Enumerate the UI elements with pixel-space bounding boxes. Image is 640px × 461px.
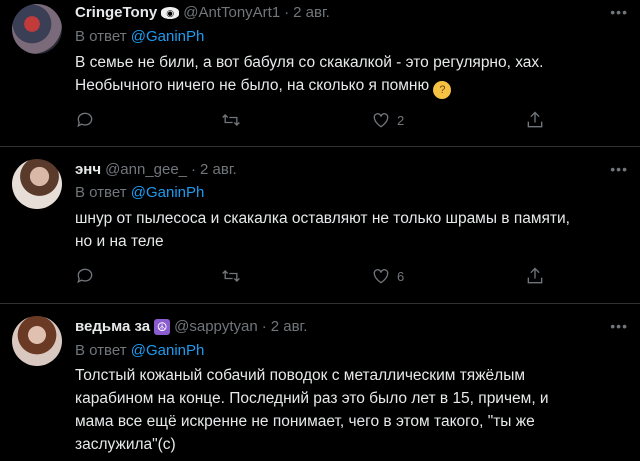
separator: · — [261, 318, 267, 335]
retweet-button[interactable] — [221, 110, 241, 130]
peace-icon: ☮ — [154, 318, 171, 335]
reply-prefix: В ответ — [75, 28, 127, 45]
heart-icon — [373, 113, 389, 128]
like-count: 6 — [397, 268, 405, 284]
divider — [0, 303, 640, 304]
tweet-text-line: Толстый кожаный собачий поводок с металл… — [75, 367, 526, 384]
tweet-text-line: карабином на конце. Последний раз это бы… — [75, 390, 549, 407]
handle[interactable]: @sappytyan — [174, 318, 258, 335]
heart-icon — [373, 269, 389, 284]
share-icon — [527, 111, 543, 128]
tweet-text-line: Необычного ничего не было, на сколько я … — [75, 77, 430, 94]
share-button[interactable] — [525, 110, 545, 130]
timestamp[interactable]: 2 авг. — [293, 4, 330, 21]
like-button[interactable]: 6 — [371, 266, 404, 286]
tweet-text-line: заслужила"(с) — [75, 436, 176, 453]
handle[interactable]: @ann_gee_ — [105, 161, 187, 178]
action-bar: 2 — [75, 110, 555, 134]
reply-button[interactable] — [75, 266, 95, 286]
reply-icon — [77, 268, 93, 284]
tweet-text: шнур от пылесоса и скакалка оставляют не… — [75, 207, 620, 253]
separator: · — [284, 4, 290, 21]
reply-mention[interactable]: @GaninPh — [131, 342, 205, 359]
reply-prefix: В ответ — [75, 184, 127, 201]
tweet-text-line: шнур от пылесоса и скакалка оставляют не… — [75, 210, 570, 227]
more-icon[interactable]: ••• — [610, 161, 628, 177]
reply-mention[interactable]: @GaninPh — [131, 28, 205, 45]
timestamp[interactable]: 2 авг. — [271, 318, 308, 335]
handle[interactable]: @AntTonyArt1 — [183, 4, 280, 21]
action-bar: 6 — [75, 266, 555, 290]
thinking-face-icon: ? — [433, 81, 452, 99]
reply-context: В ответ @GaninPh — [75, 342, 204, 359]
reply-mention[interactable]: @GaninPh — [131, 184, 205, 201]
retweet-button[interactable] — [221, 266, 241, 286]
more-icon[interactable]: ••• — [610, 318, 628, 334]
share-button[interactable] — [525, 266, 545, 286]
timestamp[interactable]: 2 авг. — [200, 161, 237, 178]
tweet-text: В семье не били, а вот бабуля со скакалк… — [75, 51, 620, 99]
divider — [0, 146, 640, 147]
tweet-header: энч @ann_gee_ · 2 авг. — [75, 161, 237, 178]
reply-context: В ответ @GaninPh — [75, 28, 204, 45]
eye-icon: ◉ — [161, 6, 180, 19]
tweet-header: ведьма за ☮ @sappytyan · 2 авг. — [75, 318, 307, 335]
like-button[interactable]: 2 — [371, 110, 404, 130]
retweet-icon — [222, 114, 240, 126]
tweet-text-line: но и на теле — [75, 233, 164, 250]
tweet-text-line: мама все ещё искренне не понимает, чего … — [75, 413, 535, 430]
avatar[interactable] — [12, 316, 62, 366]
avatar[interactable] — [12, 159, 62, 209]
tweet-text-line-with-emoji: Необычного ничего не было, на сколько я … — [75, 74, 620, 99]
reply-context: В ответ @GaninPh — [75, 184, 204, 201]
avatar[interactable] — [12, 4, 62, 54]
retweet-icon — [222, 270, 240, 282]
reply-prefix: В ответ — [75, 342, 127, 359]
tweet-text: Толстый кожаный собачий поводок с металл… — [75, 364, 620, 456]
reply-button[interactable] — [75, 110, 95, 130]
reply-icon — [77, 112, 93, 128]
share-icon — [527, 267, 543, 284]
more-icon[interactable]: ••• — [610, 4, 628, 20]
tweet-header: CringeTony ◉ @AntTonyArt1 · 2 авг. — [75, 4, 330, 21]
separator: · — [191, 161, 197, 178]
display-name[interactable]: энч — [75, 161, 101, 178]
like-count: 2 — [397, 112, 405, 128]
tweet-text-line: В семье не били, а вот бабуля со скакалк… — [75, 54, 544, 71]
display-name[interactable]: CringeTony — [75, 4, 157, 21]
display-name[interactable]: ведьма за — [75, 318, 150, 335]
